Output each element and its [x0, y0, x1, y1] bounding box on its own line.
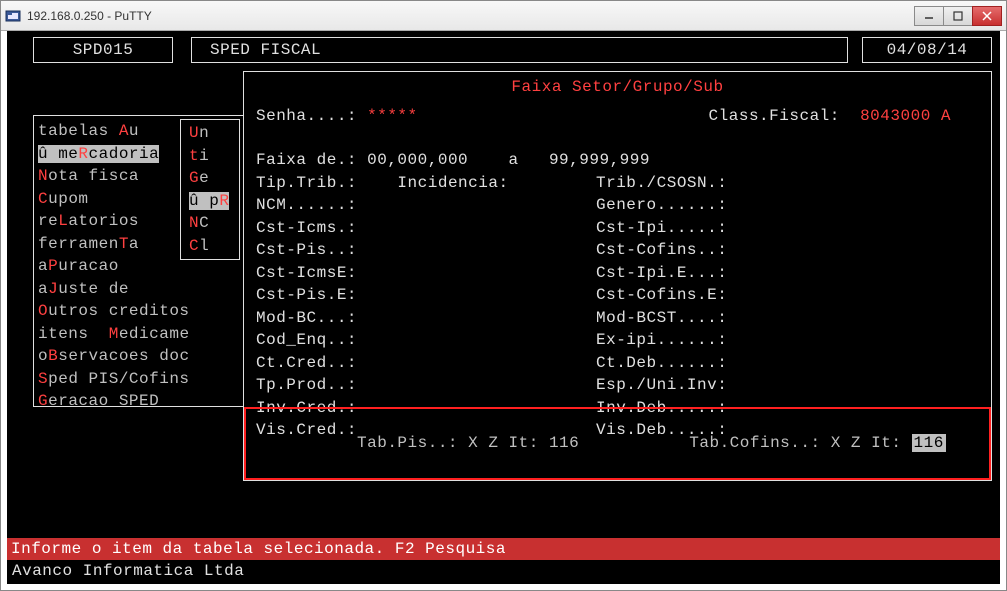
right-panel: Faixa Setor/Grupo/Sub Senha....: ***** C…: [243, 71, 992, 481]
header-row: SPD015 SPED FISCAL 04/08/14: [15, 37, 992, 63]
menu-item[interactable]: Outros creditos: [38, 300, 243, 323]
field-row: Tip.Trib.: Incidencia:Trib./CSOSN.:: [256, 172, 979, 195]
field-row: Cst-IcmsE: Cst-Ipi.E...:: [256, 262, 979, 285]
header-code: SPD015: [33, 37, 173, 63]
field-row: Ct.Cred..: Ct.Deb......:: [256, 352, 979, 375]
window-controls: [915, 6, 1002, 26]
titlebar[interactable]: 192.168.0.250 - PuTTY: [1, 1, 1006, 31]
sub-menu-item[interactable]: û pR: [181, 190, 239, 213]
sub-menu-item[interactable]: Cl: [181, 235, 239, 258]
header-date: 04/08/14: [862, 37, 992, 63]
sub-menu-item[interactable]: Ge: [181, 167, 239, 190]
tab-cofins-label: Tab.Cofins..:: [689, 434, 820, 452]
maximize-button[interactable]: [943, 6, 973, 26]
window-title: 192.168.0.250 - PuTTY: [27, 9, 152, 23]
sub-menu-item[interactable]: ti: [181, 145, 239, 168]
field-row: Mod-BC...: Mod-BCST....:: [256, 307, 979, 330]
tab-pis-label: Tab.Pis..:: [357, 434, 458, 452]
tab-pis-value[interactable]: X Z It: 116: [468, 434, 579, 452]
menu-item[interactable]: oBservacoes doc: [38, 345, 243, 368]
menu-item[interactable]: aJuste de: [38, 278, 243, 301]
class-fiscal-label: Class.Fiscal:: [709, 105, 840, 128]
tab-cofins-item[interactable]: 116: [912, 434, 946, 452]
status-bar: Informe o item da tabela selecionada. F2…: [7, 538, 1000, 561]
close-button[interactable]: [972, 6, 1002, 26]
menu-item[interactable]: itens Medicame: [38, 323, 243, 346]
tab-cofins-value[interactable]: X Z It:: [831, 434, 902, 452]
field-row: NCM......: Genero......:: [256, 194, 979, 217]
menu-item[interactable]: Geracao SPED: [38, 390, 243, 413]
terminal[interactable]: SPD015 SPED FISCAL 04/08/14 tabelas Auû …: [1, 31, 1006, 590]
senha-label: Senha....:: [256, 105, 357, 128]
app-window: 192.168.0.250 - PuTTY SPD015 SPED FISCAL…: [0, 0, 1007, 591]
field-row: Cst-Pis.E: Cst-Cofins.E:: [256, 284, 979, 307]
field-row: Tp.Prod..: Esp./Uni.Inv:: [256, 374, 979, 397]
sub-menu: UntiGeû pRNCCl: [180, 119, 240, 260]
field-row: Cst-Pis..: Cst-Cofins..:: [256, 239, 979, 262]
minimize-button[interactable]: [914, 6, 944, 26]
panel-body: Senha....: ***** Class.Fiscal: 8043000 A…: [244, 105, 991, 442]
highlight-row[interactable]: Tab.Pis..: X Z It: 116 Tab.Cofins..: X Z …: [244, 407, 991, 481]
panel-title: Faixa Setor/Grupo/Sub: [244, 72, 991, 105]
sub-menu-item[interactable]: Un: [181, 122, 239, 145]
footer: Avanco Informatica Ltda: [12, 560, 244, 583]
class-fiscal-value: 8043000 A: [860, 105, 951, 128]
sub-menu-item[interactable]: NC: [181, 212, 239, 235]
putty-icon: [5, 8, 21, 24]
content-area: tabelas Auû meRcadoriaNota fiscaCupomreL…: [15, 71, 992, 491]
menu-item[interactable]: Sped PIS/Cofins: [38, 368, 243, 391]
field-row: Cod_Enq..: Ex-ipi......:: [256, 329, 979, 352]
field-row: Cst-Icms.: Cst-Ipi.....:: [256, 217, 979, 240]
titlebar-left: 192.168.0.250 - PuTTY: [5, 8, 152, 24]
field-row: Faixa de.: 00,000,000 a 99,999,999: [256, 149, 979, 172]
header-title: SPED FISCAL: [191, 37, 848, 63]
senha-row: Senha....: ***** Class.Fiscal: 8043000 A: [256, 105, 979, 128]
senha-value: *****: [367, 105, 418, 128]
